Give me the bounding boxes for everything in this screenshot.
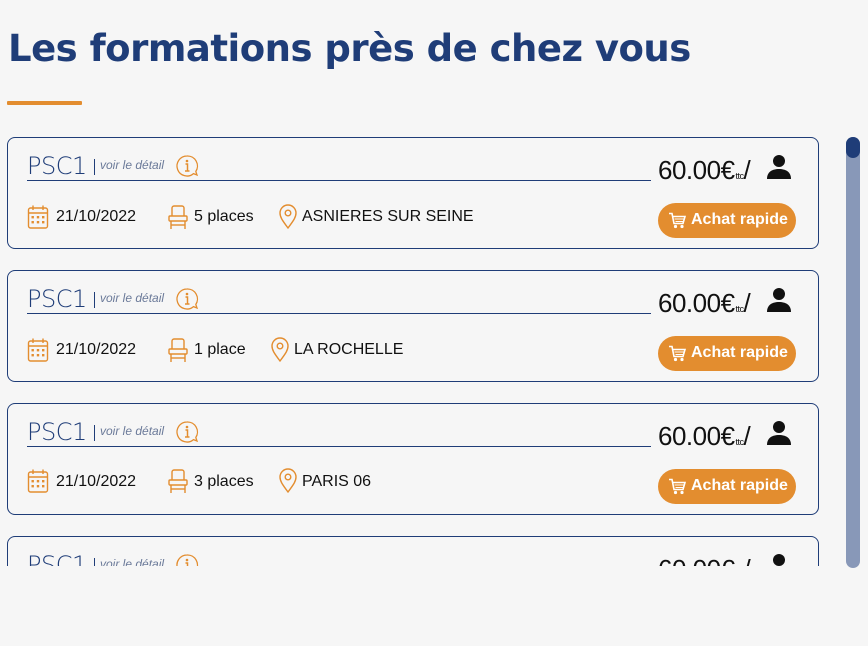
formation-card: PSC1 voir le détail 60.00€ttc/ 21/10/202… xyxy=(7,403,819,515)
calendar-icon xyxy=(27,338,49,362)
price: 60.00€ttc/ xyxy=(658,554,751,566)
price-separator: / xyxy=(743,421,751,451)
chair-icon xyxy=(168,469,188,493)
page-title: Les formations près de chez vous xyxy=(8,27,691,70)
session-date: 21/10/2022 xyxy=(56,473,137,490)
chair-icon xyxy=(168,338,188,362)
name-underline xyxy=(27,446,651,447)
detail-link[interactable]: voir le détail xyxy=(100,158,164,172)
formation-card: PSC1 voir le détail 60.00€ttc/ xyxy=(7,536,819,566)
detail-link[interactable]: voir le détail xyxy=(100,424,164,438)
quick-buy-button[interactable]: Achat rapide xyxy=(658,336,796,371)
formation-name: PSC1 xyxy=(27,152,87,180)
price-value: 60.00€ xyxy=(658,288,735,318)
available-places: 5 places xyxy=(194,208,254,225)
cart-icon xyxy=(669,212,686,229)
name-underline xyxy=(27,180,651,181)
name-separator xyxy=(94,159,95,175)
map-pin-icon xyxy=(271,337,289,363)
price: 60.00€ttc/ xyxy=(658,288,751,319)
scrollbar[interactable] xyxy=(846,137,860,568)
person-icon xyxy=(767,155,791,179)
formation-name: PSC1 xyxy=(27,418,87,446)
price-value: 60.00€ xyxy=(658,421,735,451)
available-places: 3 places xyxy=(194,473,254,490)
price-separator: / xyxy=(744,554,751,566)
formation-name: PSC1 xyxy=(27,551,87,566)
price-tax-suffix: ttc xyxy=(735,437,745,447)
price-separator: / xyxy=(743,155,751,185)
location: PARIS 06 xyxy=(302,473,372,490)
price: 60.00€ttc/ xyxy=(658,421,751,452)
price: 60.00€ttc/ xyxy=(658,155,751,186)
price-separator: / xyxy=(743,288,751,318)
info-bubble-icon[interactable] xyxy=(175,553,199,566)
quick-buy-button[interactable]: Achat rapide xyxy=(658,469,796,504)
name-underline xyxy=(27,313,651,314)
name-separator xyxy=(94,558,95,566)
formation-card: PSC1 voir le détail 60.00€ttc/ 21/10/202… xyxy=(7,270,819,382)
name-separator xyxy=(94,292,95,308)
cart-icon xyxy=(669,345,686,362)
calendar-icon xyxy=(27,205,49,229)
location: LA ROCHELLE xyxy=(294,341,404,358)
quick-buy-button[interactable]: Achat rapide xyxy=(658,203,796,238)
map-pin-icon xyxy=(279,204,297,230)
price-tax-suffix: ttc xyxy=(735,171,745,181)
price-tax-suffix: ttc xyxy=(735,304,745,314)
chair-icon xyxy=(168,205,188,229)
detail-link[interactable]: voir le détail xyxy=(100,557,164,566)
session-date: 21/10/2022 xyxy=(56,341,137,358)
session-date: 21/10/2022 xyxy=(56,208,137,225)
quick-buy-label: Achat rapide xyxy=(691,344,788,361)
formation-card: PSC1 voir le détail 60.00€ttc/ 21/10/202… xyxy=(7,137,819,249)
formations-list[interactable]: PSC1 voir le détail 60.00€ttc/ 21/10/202… xyxy=(0,130,836,566)
info-bubble-icon[interactable] xyxy=(175,154,199,178)
person-icon xyxy=(773,554,785,566)
formation-name: PSC1 xyxy=(27,285,87,313)
quick-buy-label: Achat rapide xyxy=(691,477,788,494)
person-icon xyxy=(767,421,791,445)
person-icon xyxy=(767,288,791,312)
price-value: 60.00€ xyxy=(658,554,735,566)
location: ASNIERES SUR SEINE xyxy=(302,208,474,225)
map-pin-icon xyxy=(279,468,297,494)
scrollbar-thumb[interactable] xyxy=(846,137,860,158)
detail-link[interactable]: voir le détail xyxy=(100,291,164,305)
name-separator xyxy=(94,425,95,441)
info-bubble-icon[interactable] xyxy=(175,287,199,311)
calendar-icon xyxy=(27,469,49,493)
cart-icon xyxy=(669,478,686,495)
title-underline xyxy=(7,101,82,105)
price-value: 60.00€ xyxy=(658,155,735,185)
info-bubble-icon[interactable] xyxy=(175,420,199,444)
quick-buy-label: Achat rapide xyxy=(691,211,788,228)
available-places: 1 place xyxy=(194,341,246,358)
